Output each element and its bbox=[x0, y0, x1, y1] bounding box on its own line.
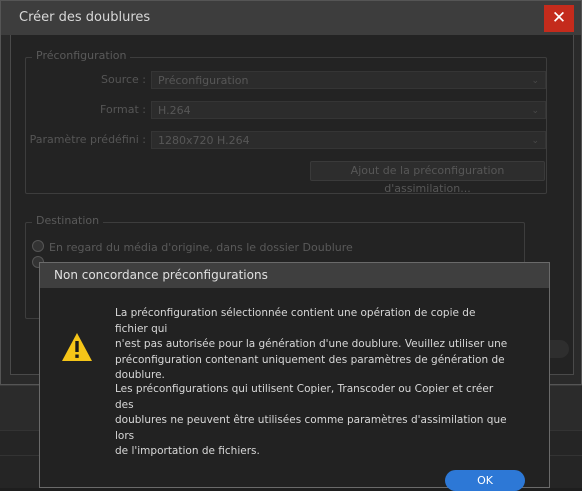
message-line: n'est pas autorisée pour la génération d… bbox=[115, 338, 508, 350]
message-line: doublures ne peuvent être utilisées comm… bbox=[115, 414, 507, 442]
dialog-title: Créer des doublures bbox=[19, 10, 151, 25]
destination-option-label: En regard du média d'origine, dans le do… bbox=[49, 241, 353, 254]
ok-button[interactable]: OK bbox=[445, 470, 525, 491]
warning-icon bbox=[62, 333, 92, 361]
preset-label: Paramètre prédéfini : bbox=[29, 133, 146, 146]
source-label: Source : bbox=[101, 73, 146, 86]
format-select[interactable]: H.264 ⌄ bbox=[151, 101, 546, 119]
radio-button[interactable] bbox=[32, 240, 44, 252]
preset-value: 1280x720 H.264 bbox=[158, 134, 250, 147]
message-line: de l'importation de fichiers. bbox=[115, 445, 260, 457]
dialog-titlebar: Créer des doublures ✕ bbox=[1, 1, 581, 35]
preset-group: Préconfiguration Source : Préconfigurati… bbox=[25, 49, 547, 195]
close-icon: ✕ bbox=[551, 8, 567, 28]
format-label: Format : bbox=[100, 103, 146, 116]
destination-option-next-to-media[interactable]: En regard du média d'origine, dans le do… bbox=[32, 240, 353, 254]
source-value: Préconfiguration bbox=[158, 74, 249, 87]
destination-group-legend: Destination bbox=[32, 214, 104, 227]
modal-body: La préconfiguration sélectionnée contien… bbox=[40, 288, 549, 491]
message-line: Les préconfigurations qui utilisent Copi… bbox=[115, 383, 494, 411]
message-line: La préconfiguration sélectionnée contien… bbox=[115, 307, 476, 335]
message-paragraph-2: Les préconfigurations qui utilisent Copi… bbox=[115, 382, 510, 460]
add-ingest-preset-button[interactable]: Ajout de la préconfiguration d'assimilat… bbox=[310, 161, 545, 195]
format-value: H.264 bbox=[158, 104, 191, 117]
preset-mismatch-dialog: Non concordance préconfigurations La pré… bbox=[39, 262, 550, 491]
source-select[interactable]: Préconfiguration ⌄ bbox=[151, 71, 546, 89]
message-line: préconfiguration contenant uniquement de… bbox=[115, 353, 505, 366]
message-paragraph-1: La préconfiguration sélectionnée contien… bbox=[115, 306, 510, 384]
close-button[interactable]: ✕ bbox=[544, 5, 574, 32]
preset-group-legend: Préconfiguration bbox=[32, 49, 131, 62]
modal-titlebar: Non concordance préconfigurations bbox=[40, 263, 549, 288]
chevron-down-icon: ⌄ bbox=[531, 136, 539, 146]
preset-select[interactable]: 1280x720 H.264 ⌄ bbox=[151, 131, 546, 149]
chevron-down-icon: ⌄ bbox=[531, 106, 539, 116]
modal-title: Non concordance préconfigurations bbox=[54, 268, 268, 282]
chevron-down-icon: ⌄ bbox=[531, 76, 539, 86]
